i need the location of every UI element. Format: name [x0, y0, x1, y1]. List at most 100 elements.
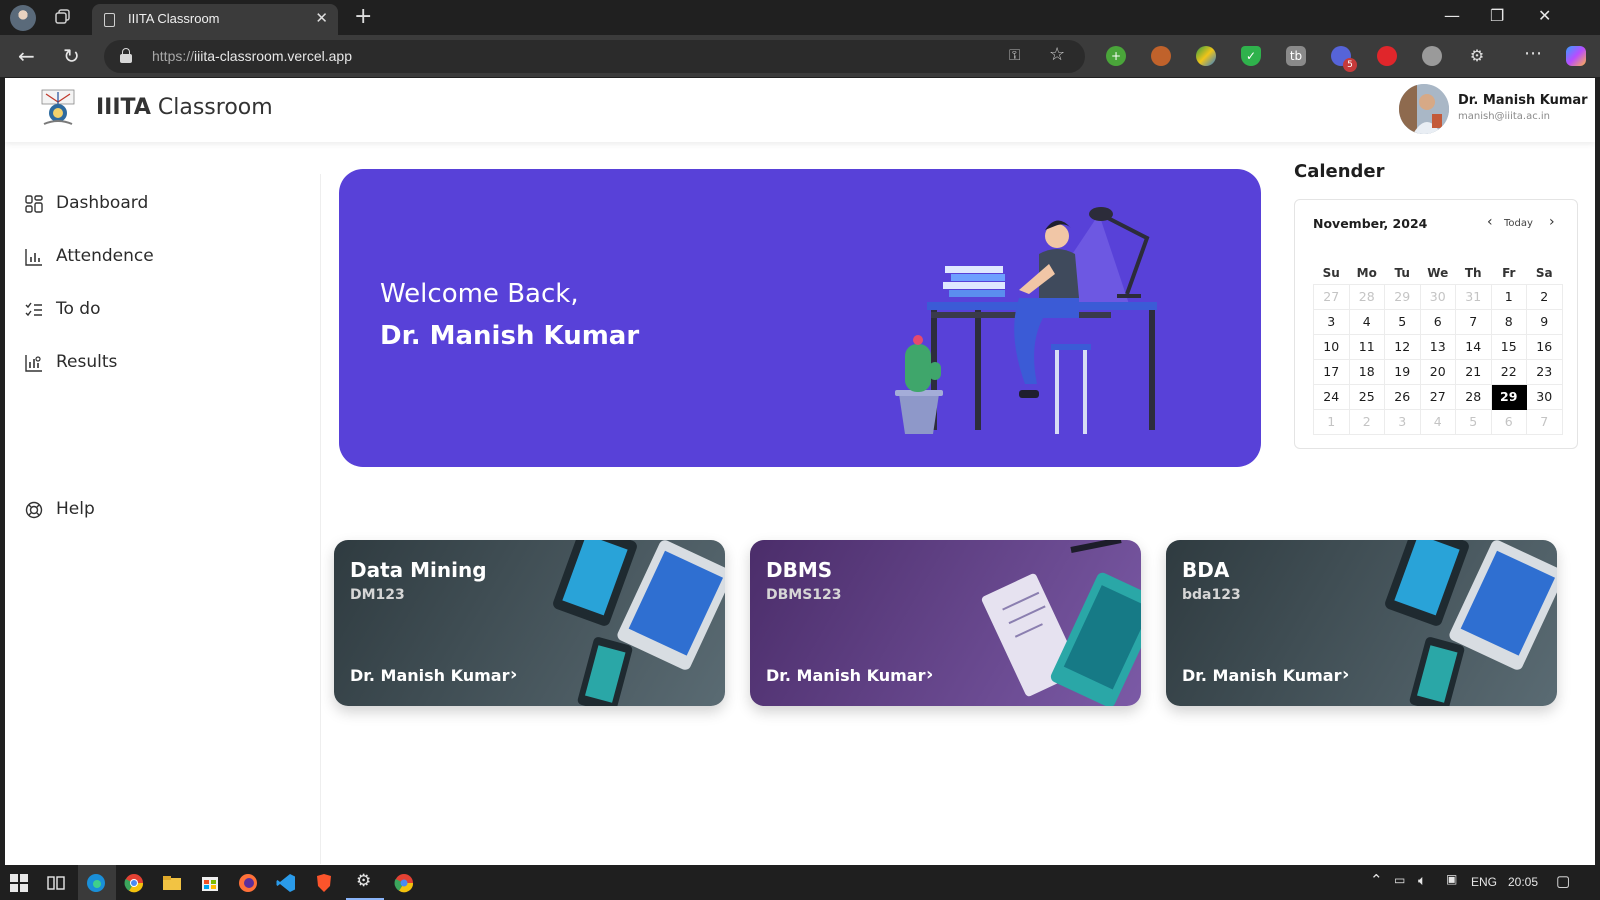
- tab-close-icon[interactable]: ✕: [315, 9, 328, 27]
- calendar-day[interactable]: 10: [1313, 333, 1350, 360]
- app-brand[interactable]: IIITA Classroom: [96, 95, 273, 120]
- calendar-day[interactable]: 19: [1384, 358, 1421, 385]
- calendar-prev-icon[interactable]: ‹: [1487, 214, 1493, 230]
- restore-icon[interactable]: ❐: [1490, 6, 1504, 25]
- calendar-day[interactable]: 3: [1313, 308, 1350, 335]
- course-card[interactable]: DBMS DBMS123 Dr. Manish Kumar ›: [750, 540, 1141, 706]
- minimize-icon[interactable]: —: [1444, 6, 1460, 25]
- calendar-day[interactable]: 11: [1348, 333, 1385, 360]
- battery-icon[interactable]: ▭: [1394, 873, 1405, 887]
- calendar-day[interactable]: 25: [1348, 383, 1385, 410]
- clock[interactable]: 20:05: [1508, 875, 1538, 889]
- settings-gear-icon[interactable]: ⚙: [356, 871, 371, 891]
- brave-icon[interactable]: [314, 873, 334, 893]
- user-avatar[interactable]: [1399, 84, 1449, 134]
- welcome-name: Dr. Manish Kumar: [380, 321, 640, 351]
- course-teacher: Dr. Manish Kumar: [350, 666, 510, 685]
- calendar-day[interactable]: 26: [1384, 383, 1421, 410]
- calendar-day[interactable]: 16: [1526, 333, 1563, 360]
- calendar-day[interactable]: 7: [1526, 408, 1563, 435]
- favorite-star-icon[interactable]: ☆: [1049, 44, 1065, 65]
- extension-color-icon[interactable]: [1196, 46, 1216, 66]
- volume-icon[interactable]: 🔈︎: [1418, 872, 1426, 889]
- calendar-day[interactable]: 5: [1384, 308, 1421, 335]
- calendar-day[interactable]: 24: [1313, 383, 1350, 410]
- extension-cookie-icon[interactable]: [1151, 46, 1171, 66]
- tray-chevron-icon[interactable]: ⌃: [1370, 871, 1383, 889]
- calendar-next-icon[interactable]: ›: [1549, 214, 1555, 230]
- calendar-day[interactable]: 5: [1455, 408, 1492, 435]
- calendar-day[interactable]: 13: [1419, 333, 1456, 360]
- more-menu-icon[interactable]: ⋯: [1524, 43, 1542, 64]
- extension-pin-icon[interactable]: [1377, 46, 1397, 66]
- copilot-icon[interactable]: [1566, 46, 1586, 66]
- calendar-day[interactable]: 4: [1348, 308, 1385, 335]
- workspaces-icon[interactable]: [54, 8, 74, 28]
- extension-tb-icon[interactable]: tb: [1286, 46, 1306, 66]
- course-card-art: [1385, 540, 1557, 706]
- calendar-day[interactable]: 14: [1455, 333, 1492, 360]
- task-view-icon[interactable]: [46, 873, 66, 893]
- chevron-right-icon[interactable]: ›: [1342, 664, 1349, 685]
- chrome-icon[interactable]: [124, 873, 144, 893]
- chevron-right-icon[interactable]: ›: [510, 664, 517, 685]
- calendar-day[interactable]: 29: [1384, 283, 1421, 310]
- calendar-day[interactable]: 17: [1313, 358, 1350, 385]
- calendar-day[interactable]: 27: [1313, 283, 1350, 310]
- edge-icon[interactable]: [86, 873, 106, 893]
- notifications-icon[interactable]: ▢: [1556, 872, 1570, 890]
- network-icon[interactable]: ▣: [1446, 872, 1457, 886]
- extension-eyes-icon[interactable]: [1422, 46, 1442, 66]
- calendar-day[interactable]: 28: [1348, 283, 1385, 310]
- chrome-alt-icon[interactable]: [394, 873, 414, 893]
- calendar-day[interactable]: 23: [1526, 358, 1563, 385]
- calendar-day[interactable]: 3: [1384, 408, 1421, 435]
- calendar-day[interactable]: 22: [1490, 358, 1527, 385]
- window-close-icon[interactable]: ✕: [1538, 6, 1551, 25]
- calendar-day[interactable]: 30: [1419, 283, 1456, 310]
- store-icon[interactable]: [200, 873, 220, 893]
- calendar-day[interactable]: 31: [1455, 283, 1492, 310]
- refresh-icon[interactable]: ↻: [63, 44, 80, 68]
- course-card[interactable]: BDA bda123 Dr. Manish Kumar ›: [1166, 540, 1557, 706]
- calendar-day[interactable]: 15: [1490, 333, 1527, 360]
- calendar-day[interactable]: 2: [1526, 283, 1563, 310]
- calendar-weekday: Th: [1464, 265, 1482, 280]
- extension-plus-icon[interactable]: +: [1106, 46, 1126, 66]
- calendar-day[interactable]: 18: [1348, 358, 1385, 385]
- calendar-day[interactable]: 20: [1419, 358, 1456, 385]
- windows-start-icon[interactable]: [9, 873, 29, 893]
- extension-shield-icon[interactable]: ✓: [1241, 46, 1261, 66]
- calendar-day[interactable]: 4: [1419, 408, 1456, 435]
- new-tab-button[interactable]: +: [354, 4, 372, 29]
- course-card[interactable]: Data Mining DM123 Dr. Manish Kumar ›: [334, 540, 725, 706]
- lock-icon[interactable]: [120, 48, 132, 63]
- calendar-today-button[interactable]: Today: [1504, 218, 1533, 229]
- chevron-right-icon[interactable]: ›: [926, 664, 933, 685]
- browser-profile-avatar[interactable]: [10, 5, 36, 31]
- extensions-puzzle-icon[interactable]: ⚙: [1467, 46, 1487, 66]
- calendar-day[interactable]: 21: [1455, 358, 1492, 385]
- calendar-day[interactable]: 1: [1313, 408, 1350, 435]
- back-icon[interactable]: ←: [18, 44, 35, 68]
- calendar-day[interactable]: 27: [1419, 383, 1456, 410]
- calendar-day[interactable]: 12: [1384, 333, 1421, 360]
- language-indicator[interactable]: ENG: [1471, 875, 1497, 889]
- vscode-icon[interactable]: [276, 873, 296, 893]
- browser-tab-active[interactable]: IIITA Classroom ✕: [92, 4, 338, 35]
- calendar-day[interactable]: 9: [1526, 308, 1563, 335]
- file-explorer-icon[interactable]: [162, 873, 182, 893]
- calendar-day[interactable]: 28: [1455, 383, 1492, 410]
- firefox-icon[interactable]: [238, 873, 258, 893]
- calendar-day[interactable]: 8: [1490, 308, 1527, 335]
- calendar-day[interactable]: 1: [1490, 283, 1527, 310]
- calendar-day[interactable]: 6: [1490, 408, 1527, 435]
- address-bar[interactable]: https://iiita-classroom.vercel.app ⚿ ☆: [104, 40, 1085, 73]
- calendar-day-selected[interactable]: 29: [1490, 383, 1527, 410]
- password-key-icon[interactable]: ⚿: [1009, 46, 1020, 64]
- extension-messenger-icon[interactable]: 5: [1331, 46, 1357, 72]
- calendar-day[interactable]: 7: [1455, 308, 1492, 335]
- calendar-day[interactable]: 30: [1526, 383, 1563, 410]
- calendar-day[interactable]: 2: [1348, 408, 1385, 435]
- calendar-day[interactable]: 6: [1419, 308, 1456, 335]
